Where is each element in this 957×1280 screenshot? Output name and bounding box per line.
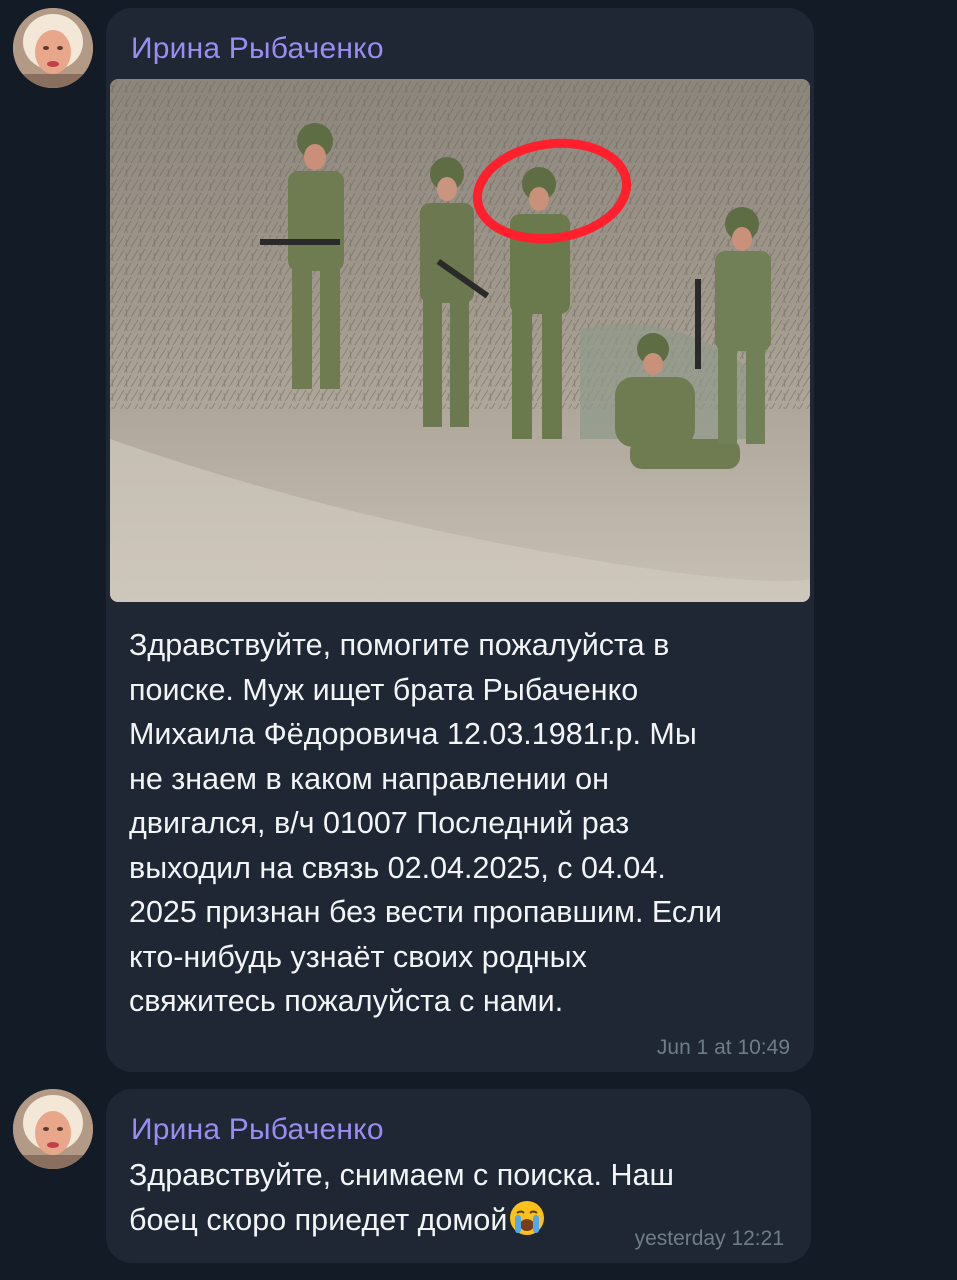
message-text-line: Здравствуйте, снимаем с поиска. Наш — [129, 1158, 674, 1192]
message-bubble[interactable]: Ирина Рыбаченко Здравствуйте, снимаем с … — [106, 1089, 811, 1263]
avatar[interactable] — [13, 1089, 93, 1169]
message-timestamp: yesterday 12:21 — [634, 1227, 784, 1250]
message-text[interactable]: Здравствуйте, помогите пожалуйста в поис… — [129, 623, 799, 1024]
soldiers-photo — [110, 79, 810, 602]
message-text-line: боец скоро приедет домой — [129, 1202, 508, 1237]
message-bubble[interactable]: Ирина Рыбаченко Здравствуйте, помогите п… — [106, 8, 814, 1072]
avatar[interactable] — [13, 8, 93, 88]
photo-attachment[interactable] — [110, 79, 810, 602]
sender-name[interactable]: Ирина Рыбаченко — [131, 32, 384, 66]
sender-name[interactable]: Ирина Рыбаченко — [131, 1113, 384, 1147]
message-timestamp: Jun 1 at 10:49 — [656, 1036, 790, 1059]
crying-face-emoji-icon — [509, 1200, 545, 1249]
